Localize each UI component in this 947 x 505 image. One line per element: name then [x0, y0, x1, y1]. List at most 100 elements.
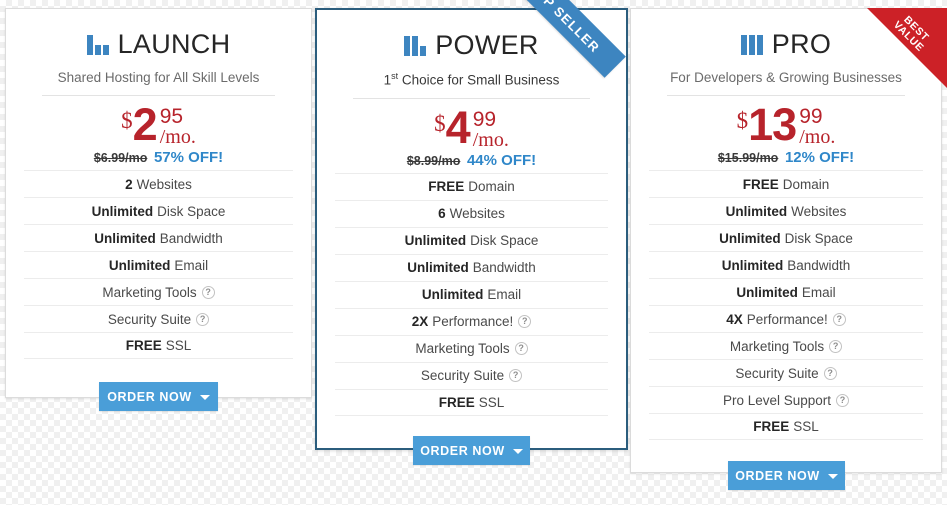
feature-row: FREE SSL: [649, 413, 923, 441]
price-block-launch: $ 2 95 /mo. $6.99/mo 57% OFF!: [24, 96, 293, 166]
feature-highlight: Unlimited: [421, 287, 484, 303]
feature-row: Unlimited Email: [335, 280, 608, 308]
feature-highlight: Unlimited: [108, 257, 171, 273]
plan-header-launch: LAUNCH Shared Hosting for All Skill Leve…: [24, 9, 293, 86]
old-price-pro: $15.99/mo: [717, 151, 779, 166]
feature-highlight: 4X: [726, 311, 743, 327]
help-icon[interactable]: ?: [832, 312, 846, 326]
feature-row: Unlimited Email: [649, 278, 923, 305]
feature-row: FREE SSL: [335, 388, 608, 416]
feature-label: Security Suite: [735, 365, 819, 381]
bar-chart-icon-1: [86, 33, 109, 55]
feature-row: Unlimited Disk Space: [24, 197, 293, 224]
price-dollars: 4: [445, 101, 471, 153]
feature-row: 2 Websites: [24, 170, 293, 197]
plan-card-power[interactable]: POWER 1st Choice for Small Business $ 4 …: [315, 8, 628, 450]
feature-row: Unlimited Bandwidth: [335, 253, 608, 281]
feature-row: Unlimited Bandwidth: [24, 224, 293, 251]
price-dollars: 2: [132, 99, 158, 151]
currency-symbol: $: [434, 110, 446, 136]
currency-symbol: $: [121, 108, 133, 134]
feature-highlight: FREE: [753, 419, 790, 435]
help-icon[interactable]: ?: [509, 369, 523, 383]
feature-list-pro: FREE Domain Unlimited Websites Unlimited Disk…: [649, 170, 923, 441]
price-block-power: $ 4 99 /mo. $8.99/mo 44% OFF!: [335, 99, 608, 168]
feature-label: Bandwidth: [159, 230, 223, 246]
feature-row: 4X Performance!?: [649, 305, 923, 332]
feature-row: 2X Performance!?: [335, 307, 608, 335]
help-icon[interactable]: ?: [836, 393, 850, 407]
feature-list-launch: 2 Websites Unlimited Disk Space Unlimited Ban…: [24, 170, 293, 360]
discount-badge-launch: 57% OFF!: [153, 149, 224, 167]
best-value-ribbon: BEST VALUE: [867, 8, 947, 88]
feature-highlight: Unlimited: [736, 284, 798, 300]
feature-label: Marketing Tools: [415, 341, 510, 357]
feature-label: SSL: [478, 394, 505, 410]
pricing-table: LAUNCH Shared Hosting for All Skill Leve…: [0, 0, 947, 505]
feature-highlight: Unlimited: [94, 230, 156, 246]
tagline-ordinal: 1: [383, 72, 392, 88]
feature-highlight: FREE: [125, 338, 162, 354]
feature-highlight: Unlimited: [725, 203, 788, 219]
feature-label: Security Suite: [420, 368, 505, 384]
feature-row: Unlimited Email: [24, 251, 293, 278]
feature-highlight: Unlimited: [721, 257, 784, 273]
feature-highlight: Unlimited: [407, 260, 469, 276]
feature-highlight: FREE: [438, 394, 475, 410]
order-now-button-launch[interactable]: ORDER NOW: [99, 382, 218, 411]
feature-highlight: FREE: [428, 179, 465, 195]
feature-label: Websites: [449, 206, 505, 222]
plan-name-launch: LAUNCH: [117, 28, 231, 59]
feature-label: Pro Level Support: [722, 392, 832, 408]
help-icon[interactable]: ?: [514, 342, 528, 356]
feature-label: SSL: [793, 419, 819, 435]
feature-row: Security Suite?: [649, 359, 923, 386]
feature-label: Disk Space: [784, 230, 853, 246]
help-icon[interactable]: ?: [201, 285, 215, 299]
feature-label: Performance!: [746, 311, 828, 327]
feature-highlight: Unlimited: [719, 230, 781, 246]
feature-row: Unlimited Disk Space: [335, 226, 608, 254]
feature-row: Marketing Tools?: [649, 332, 923, 359]
help-icon[interactable]: ?: [518, 315, 532, 329]
feature-label: Domain: [782, 176, 830, 192]
feature-label: Disk Space: [470, 233, 539, 249]
bar-chart-icon-3: [740, 33, 763, 55]
plan-name-power: POWER: [435, 29, 539, 60]
feature-row: Unlimited Websites: [649, 197, 923, 224]
feature-highlight: Unlimited: [404, 233, 467, 249]
bar-chart-icon-2: [404, 34, 427, 56]
feature-label: Email: [174, 257, 209, 273]
plan-tagline-power: 1st Choice for Small Business: [335, 71, 608, 89]
price-period: /mo.: [799, 126, 836, 149]
plan-name-pro: PRO: [771, 28, 832, 59]
order-now-button-power[interactable]: ORDER NOW: [413, 436, 530, 465]
feature-row: FREE Domain: [649, 170, 923, 197]
discount-badge-pro: 12% OFF!: [784, 149, 855, 167]
price-period: /mo.: [472, 128, 509, 151]
help-icon[interactable]: ?: [196, 312, 210, 326]
price-period: /mo.: [159, 126, 196, 149]
help-icon[interactable]: ?: [823, 366, 837, 380]
feature-row: 6 Websites: [335, 199, 608, 227]
price-cents: 95: [159, 105, 184, 129]
feature-label: Email: [801, 284, 836, 300]
old-price-launch: $6.99/mo: [93, 151, 148, 166]
order-now-label: ORDER NOW: [735, 468, 820, 483]
old-price-power: $8.99/mo: [406, 153, 461, 168]
plan-card-launch[interactable]: LAUNCH Shared Hosting for All Skill Leve…: [5, 8, 312, 398]
feature-label: Security Suite: [107, 311, 192, 327]
feature-label: Bandwidth: [787, 257, 851, 273]
feature-row: Unlimited Disk Space: [649, 224, 923, 251]
feature-label: Marketing Tools: [102, 284, 197, 300]
currency-symbol: $: [736, 108, 749, 134]
plan-tagline-launch: Shared Hosting for All Skill Levels: [57, 70, 260, 85]
help-icon[interactable]: ?: [829, 339, 843, 353]
feature-row: Unlimited Bandwidth: [649, 251, 923, 278]
feature-label: Performance!: [432, 314, 514, 330]
feature-row: FREE Domain: [335, 172, 608, 200]
feature-row: Security Suite?: [24, 305, 293, 332]
feature-label: Marketing Tools: [729, 338, 825, 354]
order-now-button-pro[interactable]: ORDER NOW: [728, 461, 845, 490]
order-now-label: ORDER NOW: [107, 389, 192, 404]
